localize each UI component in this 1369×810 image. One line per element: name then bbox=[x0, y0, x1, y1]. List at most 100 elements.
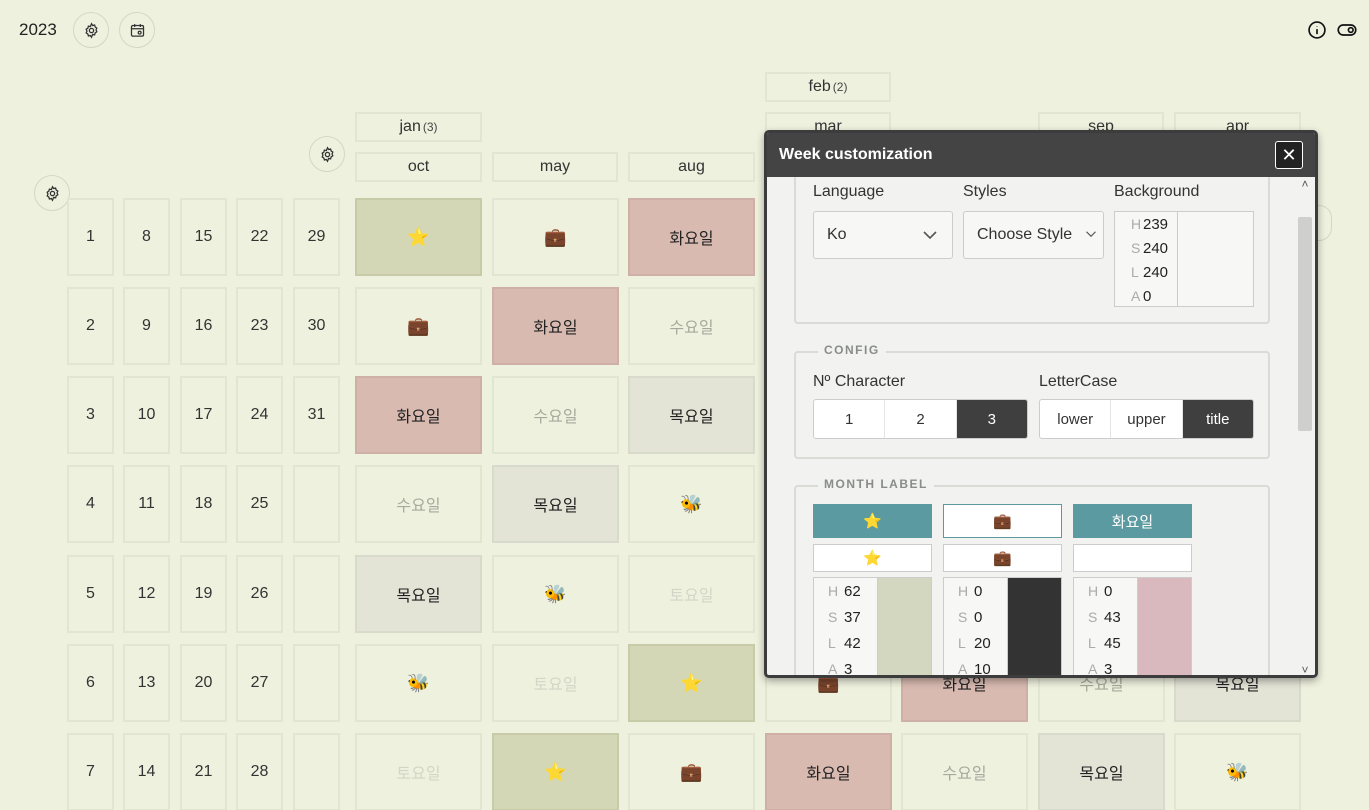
week-cell-wed[interactable]: 수요일 bbox=[628, 287, 755, 365]
alpha-value[interactable]: 3 bbox=[844, 661, 852, 676]
week-cell-thu[interactable]: 목요일 bbox=[492, 465, 619, 543]
theme-toggle[interactable] bbox=[1336, 19, 1358, 41]
month-label-oct[interactable]: oct bbox=[355, 152, 482, 182]
month-label-feb[interactable]: feb (2) bbox=[765, 72, 891, 102]
day-number-cell[interactable]: 10 bbox=[123, 376, 170, 454]
day-number-cell[interactable] bbox=[293, 465, 340, 543]
month-style-preview-text[interactable] bbox=[1073, 544, 1192, 572]
close-button[interactable]: ✕ bbox=[1275, 141, 1303, 169]
alpha-value[interactable]: 10 bbox=[974, 661, 991, 676]
day-number-cell[interactable]: 8 bbox=[123, 198, 170, 276]
day-number-cell[interactable]: 26 bbox=[236, 555, 283, 633]
day-number-cell[interactable]: 3 bbox=[67, 376, 114, 454]
week-cell-briefcase[interactable]: 💼 bbox=[628, 733, 755, 810]
background-swatch[interactable] bbox=[1177, 212, 1253, 306]
week-cell-wed[interactable]: 수요일 bbox=[355, 465, 482, 543]
day-number-cell[interactable]: 28 bbox=[236, 733, 283, 810]
info-button[interactable] bbox=[1306, 19, 1328, 41]
week-cell-thu[interactable]: 목요일 bbox=[1038, 733, 1165, 810]
day-number-cell[interactable]: 17 bbox=[180, 376, 227, 454]
color-swatch[interactable] bbox=[1137, 578, 1191, 675]
day-number-cell[interactable]: 6 bbox=[67, 644, 114, 722]
day-number-cell[interactable]: 24 bbox=[236, 376, 283, 454]
saturation-value[interactable]: 37 bbox=[844, 609, 861, 626]
lightness-value[interactable]: 45 bbox=[1104, 635, 1121, 652]
day-number-cell[interactable]: 18 bbox=[180, 465, 227, 543]
saturation-value[interactable]: 240 bbox=[1143, 240, 1168, 257]
week-cell-tue[interactable]: 화요일 bbox=[492, 287, 619, 365]
week-cell-tue[interactable]: 화요일 bbox=[355, 376, 482, 454]
month-color-picker-1[interactable]: H 62 S 37 L 42 A3 bbox=[813, 577, 932, 676]
month-style-button-briefcase[interactable]: 💼 bbox=[943, 504, 1062, 538]
month-style-preview-star[interactable]: ⭐ bbox=[813, 544, 932, 572]
week-cell-briefcase[interactable]: 💼 bbox=[355, 287, 482, 365]
week-cell-bee[interactable]: 🐝 bbox=[355, 644, 482, 722]
day-number-cell[interactable]: 30 bbox=[293, 287, 340, 365]
alpha-value[interactable]: 0 bbox=[1143, 288, 1151, 305]
month-label-may[interactable]: may bbox=[492, 152, 618, 182]
day-number-cell[interactable]: 31 bbox=[293, 376, 340, 454]
lightness-value[interactable]: 42 bbox=[844, 635, 861, 652]
color-swatch[interactable] bbox=[877, 578, 931, 675]
day-number-cell[interactable]: 22 bbox=[236, 198, 283, 276]
day-number-cell[interactable]: 20 bbox=[180, 644, 227, 722]
day-number-cell[interactable]: 12 bbox=[123, 555, 170, 633]
week-cell-thu[interactable]: 목요일 bbox=[628, 376, 755, 454]
months-settings-button[interactable] bbox=[309, 136, 345, 172]
settings-button[interactable] bbox=[73, 12, 109, 48]
week-cell-sat[interactable]: 토요일 bbox=[628, 555, 755, 633]
week-cell-bee[interactable]: 🐝 bbox=[628, 465, 755, 543]
scroll-down-icon[interactable]: ˅ bbox=[1298, 663, 1312, 675]
lettercase-option-lower[interactable]: lower bbox=[1040, 400, 1112, 438]
day-number-cell[interactable]: 23 bbox=[236, 287, 283, 365]
lettercase-option-upper[interactable]: upper bbox=[1111, 400, 1183, 438]
day-number-cell[interactable]: 14 bbox=[123, 733, 170, 810]
week-cell-wed[interactable]: 수요일 bbox=[492, 376, 619, 454]
background-color-picker[interactable]: H 239 S 240 L 240 A0 bbox=[1114, 211, 1254, 307]
rows-settings-button[interactable] bbox=[34, 175, 70, 211]
month-style-button-text[interactable]: 화요일 bbox=[1073, 504, 1192, 538]
day-number-cell[interactable]: 21 bbox=[180, 733, 227, 810]
day-number-cell[interactable]: 29 bbox=[293, 198, 340, 276]
week-cell-sat[interactable]: 토요일 bbox=[492, 644, 619, 722]
week-cell-star[interactable]: ⭐ bbox=[492, 733, 619, 810]
week-cell-tue[interactable]: 화요일 bbox=[628, 198, 755, 276]
day-number-cell[interactable]: 19 bbox=[180, 555, 227, 633]
hue-value[interactable]: 62 bbox=[844, 583, 861, 600]
day-number-cell[interactable] bbox=[293, 644, 340, 722]
saturation-value[interactable]: 43 bbox=[1104, 609, 1121, 626]
week-cell-wed[interactable]: 수요일 bbox=[901, 733, 1028, 810]
day-number-cell[interactable]: 13 bbox=[123, 644, 170, 722]
lightness-value[interactable]: 240 bbox=[1143, 264, 1168, 281]
week-cell-sat[interactable]: 토요일 bbox=[355, 733, 482, 810]
week-cell-thu[interactable]: 목요일 bbox=[355, 555, 482, 633]
nchar-option-3[interactable]: 3 bbox=[956, 400, 1027, 438]
day-number-cell[interactable]: 11 bbox=[123, 465, 170, 543]
day-number-cell[interactable]: 25 bbox=[236, 465, 283, 543]
day-number-cell[interactable]: 15 bbox=[180, 198, 227, 276]
month-style-preview-briefcase[interactable]: 💼 bbox=[943, 544, 1062, 572]
week-cell-briefcase[interactable]: 💼 bbox=[492, 198, 619, 276]
day-number-cell[interactable]: 2 bbox=[67, 287, 114, 365]
scroll-thumb[interactable] bbox=[1298, 217, 1312, 431]
day-number-cell[interactable]: 16 bbox=[180, 287, 227, 365]
saturation-value[interactable]: 0 bbox=[974, 609, 982, 626]
day-number-cell[interactable]: 27 bbox=[236, 644, 283, 722]
modal-scrollbar[interactable]: ˄ ˅ bbox=[1293, 177, 1315, 675]
month-label-jan[interactable]: jan (3) bbox=[355, 112, 482, 142]
month-label-aug[interactable]: aug bbox=[628, 152, 755, 182]
week-cell-bee[interactable]: 🐝 bbox=[1174, 733, 1301, 810]
week-cell-bee[interactable]: 🐝 bbox=[492, 555, 619, 633]
alpha-value[interactable]: 3 bbox=[1104, 661, 1112, 676]
day-number-cell[interactable]: 9 bbox=[123, 287, 170, 365]
styles-select[interactable]: Choose Style bbox=[963, 211, 1104, 259]
lightness-value[interactable]: 20 bbox=[974, 635, 991, 652]
day-number-cell[interactable]: 1 bbox=[67, 198, 114, 276]
month-color-picker-3[interactable]: H0 S 43 L 45 A3 bbox=[1073, 577, 1192, 676]
hue-value[interactable]: 0 bbox=[974, 583, 982, 600]
week-cell-star[interactable]: ⭐ bbox=[628, 644, 755, 722]
day-number-cell[interactable]: 4 bbox=[67, 465, 114, 543]
color-swatch[interactable] bbox=[1007, 578, 1061, 675]
calendar-settings-button[interactable] bbox=[119, 12, 155, 48]
day-number-cell[interactable]: 5 bbox=[67, 555, 114, 633]
